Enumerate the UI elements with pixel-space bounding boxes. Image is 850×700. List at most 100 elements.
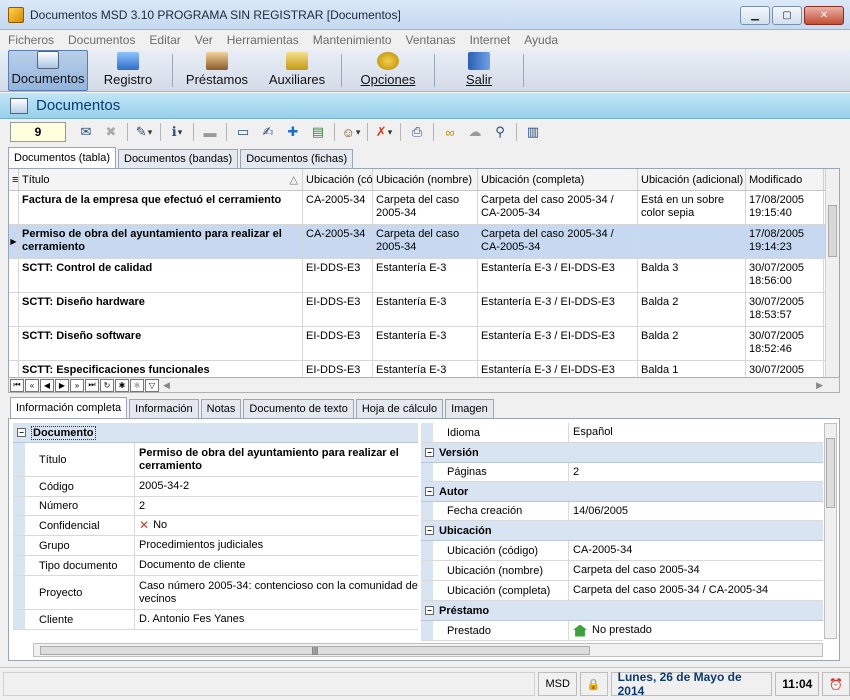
remove-filter-icon[interactable]: ✗ (373, 122, 395, 142)
category-autor[interactable]: − Autor (421, 482, 823, 502)
filter-icon[interactable]: ▽ (145, 378, 159, 392)
column-menu-icon[interactable]: ≡ (9, 169, 19, 190)
category-version[interactable]: − Versión (421, 443, 823, 463)
tab-notas[interactable]: Notas (200, 399, 242, 418)
notes-icon[interactable]: ✍ (257, 122, 279, 142)
table-row[interactable]: SCTT: Control de calidad EI-DDS-E3 Estan… (9, 259, 839, 293)
exit-icon[interactable]: ▥ (522, 122, 544, 142)
tipo-documento-value[interactable]: Documento de cliente (135, 556, 245, 575)
grid-vertical-scrollbar[interactable] (825, 169, 839, 378)
collapse-icon[interactable]: − (425, 448, 434, 457)
tab-documento-texto[interactable]: Documento de texto (243, 399, 354, 418)
minimize-button[interactable]: ▁ (740, 6, 770, 25)
opciones-button[interactable]: Opciones (346, 50, 430, 91)
title-bar: Documentos MSD 3.10 PROGRAMA SIN REGISTR… (0, 0, 850, 30)
ubicacion-codigo-value[interactable]: CA-2005-34 (569, 541, 632, 560)
alarm-icon[interactable]: ⏰ (822, 672, 850, 696)
refresh-icon[interactable]: ↻ (100, 378, 114, 392)
edit-document-icon[interactable]: ✎ (133, 122, 155, 142)
menu-mantenimiento[interactable]: Mantenimiento (313, 33, 392, 47)
category-ubicacion[interactable]: − Ubicación (421, 521, 823, 541)
auxiliares-button[interactable]: Auxiliares (257, 50, 337, 91)
prestado-value[interactable]: No prestado (569, 621, 652, 640)
cross-icon: ✕ (139, 518, 150, 532)
tab-documentos-tabla[interactable]: Documentos (tabla) (8, 147, 116, 168)
tab-informacion-completa[interactable]: Información completa (10, 397, 128, 418)
tab-imagen[interactable]: Imagen (445, 399, 494, 418)
collapse-icon[interactable]: − (17, 428, 26, 437)
cloud-icon[interactable]: ☁ (464, 122, 486, 142)
search-icon[interactable]: ⚲ (489, 122, 511, 142)
folder-icon[interactable]: ▬ (199, 122, 221, 142)
first-record-icon[interactable]: ⏮ (10, 378, 24, 392)
menu-documentos[interactable]: Documentos (68, 33, 135, 47)
loan-icon[interactable]: ☺ (340, 122, 362, 142)
header-ubicacion-adicional[interactable]: Ubicación (adicional) (638, 169, 746, 190)
open-folder-icon[interactable]: ▤ (307, 122, 329, 142)
next-page-icon[interactable]: » (70, 378, 84, 392)
menu-ventanas[interactable]: Ventanas (406, 33, 456, 47)
monitor-icon[interactable]: ▭ (232, 122, 254, 142)
tab-informacion[interactable]: Información (129, 399, 199, 418)
menu-ayuda[interactable]: Ayuda (524, 33, 558, 47)
detail-horizontal-scrollbar[interactable]: ||| (33, 643, 823, 657)
table-row-selected[interactable]: ▶ Permiso de obra del ayuntamiento para … (9, 225, 839, 259)
grupo-value[interactable]: Procedimientos judiciales (135, 536, 263, 555)
tab-hoja-calculo[interactable]: Hoja de cálculo (355, 399, 444, 418)
header-ubicacion-nombre[interactable]: Ubicación (nombre) (373, 169, 478, 190)
table-row[interactable]: Factura de la empresa que efectuó el cer… (9, 191, 839, 225)
scroll-left-icon[interactable]: ◀ (163, 380, 170, 391)
cancel-record-icon[interactable]: ✱ (130, 378, 144, 392)
titulo-value[interactable]: Permiso de obra del ayuntamiento para re… (135, 443, 418, 476)
tab-documentos-bandas[interactable]: Documentos (bandas) (118, 149, 239, 168)
registro-button[interactable]: Registro (88, 50, 168, 91)
lock-icon[interactable]: 🔒 (579, 672, 608, 696)
add-icon[interactable]: ✚ (282, 122, 304, 142)
print-icon[interactable]: ⎙ (406, 122, 428, 142)
detail-vertical-scrollbar[interactable] (824, 423, 837, 639)
table-row[interactable]: SCTT: Diseño software EI-DDS-E3 Estanter… (9, 327, 839, 361)
binoculars-icon[interactable]: ∞ (439, 122, 461, 142)
scroll-right-icon[interactable]: ▶ (816, 380, 823, 391)
add-record-icon[interactable]: ✱ (115, 378, 129, 392)
last-record-icon[interactable]: ⏭ (85, 378, 99, 392)
idioma-value[interactable]: Español (569, 423, 613, 442)
header-ubicacion-codigo[interactable]: Ubicación (có (303, 169, 373, 190)
close-button[interactable]: ✕ (804, 6, 844, 25)
prev-page-icon[interactable]: « (25, 378, 39, 392)
info-icon[interactable]: ℹ (166, 122, 188, 142)
salir-button[interactable]: Salir (439, 50, 519, 91)
prestamos-button[interactable]: Préstamos (177, 50, 257, 91)
tab-documentos-fichas[interactable]: Documentos (fichas) (240, 149, 354, 168)
delete-icon[interactable]: ✖ (100, 122, 122, 142)
category-prestamo[interactable]: − Préstamo (421, 601, 823, 621)
ubicacion-completa-value[interactable]: Carpeta del caso 2005-34 / CA-2005-34 (569, 581, 768, 600)
next-record-icon[interactable]: ▶ (55, 378, 69, 392)
fecha-creacion-value[interactable]: 14/06/2005 (569, 502, 628, 520)
grid-toolbar: 9 ✉ ✖ ✎ ℹ ▬ ▭ ✍ ✚ ▤ ☺ ✗ ⎙ ∞ ☁ ⚲ ▥ (0, 119, 850, 145)
menu-internet[interactable]: Internet (470, 33, 511, 47)
ubicacion-nombre-value[interactable]: Carpeta del caso 2005-34 (569, 561, 700, 580)
cliente-value[interactable]: D. Antonio Fes Yanes (135, 610, 244, 629)
numero-value[interactable]: 2 (135, 497, 145, 515)
collapse-icon[interactable]: − (425, 606, 434, 615)
menu-ficheros[interactable]: Ficheros (8, 33, 54, 47)
confidencial-value[interactable]: ✕ No (135, 516, 167, 535)
collapse-icon[interactable]: − (425, 526, 434, 535)
table-row[interactable]: SCTT: Diseño hardware EI-DDS-E3 Estanter… (9, 293, 839, 327)
documentos-button[interactable]: Documentos (8, 50, 88, 91)
header-modificado[interactable]: Modificado (746, 169, 824, 190)
header-ubicacion-completa[interactable]: Ubicación (completa) (478, 169, 638, 190)
collapse-icon[interactable]: − (425, 487, 434, 496)
add-document-icon[interactable]: ✉ (75, 122, 97, 142)
codigo-value[interactable]: 2005-34-2 (135, 477, 189, 496)
menu-ver[interactable]: Ver (195, 33, 213, 47)
menu-herramientas[interactable]: Herramientas (227, 33, 299, 47)
menu-editar[interactable]: Editar (149, 33, 180, 47)
paginas-value[interactable]: 2 (569, 463, 579, 481)
maximize-button[interactable]: ▢ (772, 6, 802, 25)
header-titulo[interactable]: Título △ (19, 169, 303, 190)
category-documento[interactable]: − Documento (13, 423, 418, 443)
prev-record-icon[interactable]: ◀ (40, 378, 54, 392)
proyecto-value[interactable]: Caso número 2005-34: contencioso con la … (135, 576, 418, 609)
